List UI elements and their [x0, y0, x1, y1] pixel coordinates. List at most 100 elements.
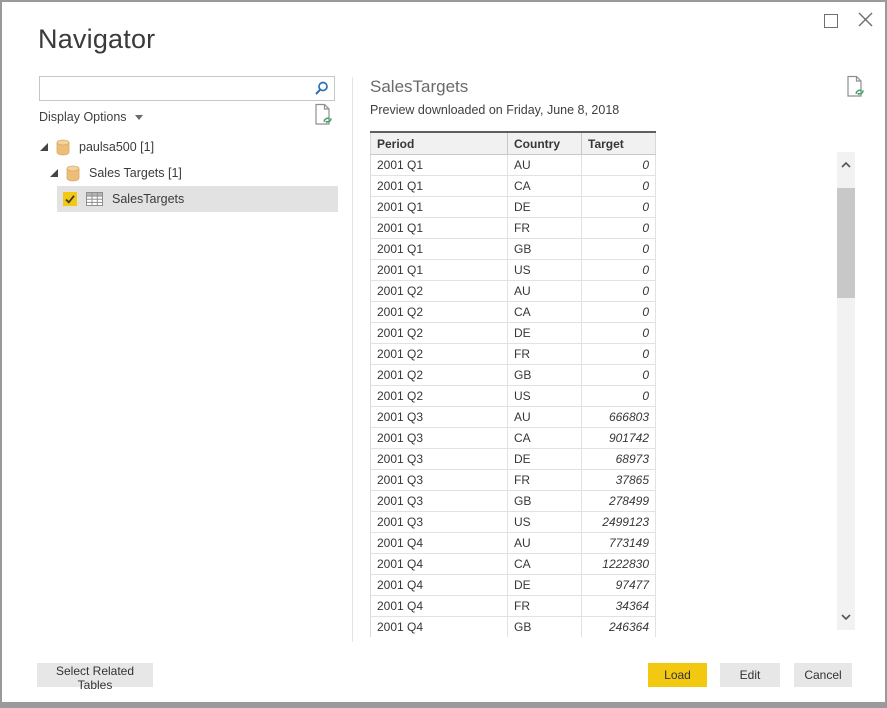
period-cell: 2001 Q4	[371, 575, 508, 596]
target-cell: 0	[582, 260, 656, 281]
period-cell: 2001 Q1	[371, 176, 508, 197]
period-cell: 2001 Q3	[371, 407, 508, 428]
country-cell: FR	[508, 596, 582, 617]
country-cell: GB	[508, 239, 582, 260]
target-cell: 37865	[582, 470, 656, 491]
country-cell: CA	[508, 302, 582, 323]
target-cell: 0	[582, 176, 656, 197]
target-cell: 0	[582, 281, 656, 302]
target-cell: 2499123	[582, 512, 656, 533]
page-title: Navigator	[38, 24, 155, 55]
country-cell: DE	[508, 323, 582, 344]
table-row: 2001 Q3DE68973	[371, 449, 656, 470]
period-cell: 2001 Q2	[371, 281, 508, 302]
preview-table: Period Country Target 2001 Q1AU02001 Q1C…	[370, 131, 657, 637]
table-row: 2001 Q3AU666803	[371, 407, 656, 428]
target-cell: 0	[582, 386, 656, 407]
period-cell: 2001 Q1	[371, 155, 508, 176]
table-header-row: Period Country Target	[371, 132, 656, 155]
tree-item-label: Sales Targets [1]	[89, 166, 182, 180]
refresh-file-icon[interactable]	[846, 75, 865, 103]
table-row: 2001 Q1FR0	[371, 218, 656, 239]
database-icon	[66, 165, 80, 182]
table-row: 2001 Q2US0	[371, 386, 656, 407]
country-cell: AU	[508, 407, 582, 428]
expand-collapse-icon[interactable]	[50, 169, 58, 177]
expand-collapse-icon[interactable]	[40, 143, 48, 151]
checkbox-checked[interactable]	[63, 192, 77, 206]
tree-item-salestargets[interactable]: SalesTargets	[57, 186, 338, 212]
period-cell: 2001 Q3	[371, 491, 508, 512]
load-button[interactable]: Load	[648, 663, 707, 687]
country-cell: US	[508, 386, 582, 407]
maximize-button[interactable]	[824, 14, 838, 28]
period-cell: 2001 Q4	[371, 617, 508, 638]
close-icon	[857, 11, 874, 28]
period-cell: 2001 Q3	[371, 428, 508, 449]
target-cell: 0	[582, 365, 656, 386]
refresh-file-icon[interactable]	[314, 103, 333, 131]
table-row: 2001 Q4FR34364	[371, 596, 656, 617]
target-cell: 666803	[582, 407, 656, 428]
target-cell: 0	[582, 155, 656, 176]
table-row: 2001 Q4DE97477	[371, 575, 656, 596]
vertical-scrollbar[interactable]	[837, 152, 855, 630]
country-cell: GB	[508, 617, 582, 638]
country-cell: AU	[508, 281, 582, 302]
navigation-tree: paulsa500 [1] Sales Targets [1]	[2, 134, 352, 212]
period-cell: 2001 Q2	[371, 386, 508, 407]
period-cell: 2001 Q1	[371, 197, 508, 218]
table-row: 2001 Q3GB278499	[371, 491, 656, 512]
caret-down-icon	[135, 115, 143, 120]
preview-title: SalesTargets	[370, 77, 468, 97]
scroll-up-icon[interactable]	[841, 162, 851, 168]
period-cell: 2001 Q4	[371, 533, 508, 554]
panel-divider	[352, 77, 353, 642]
target-cell: 0	[582, 197, 656, 218]
tree-item-sales-targets[interactable]: Sales Targets [1]	[2, 160, 352, 186]
period-cell: 2001 Q2	[371, 323, 508, 344]
edit-button[interactable]: Edit	[720, 663, 780, 687]
target-cell: 1222830	[582, 554, 656, 575]
country-cell: FR	[508, 344, 582, 365]
tree-item-paulsa500[interactable]: paulsa500 [1]	[2, 134, 352, 160]
table-row: 2001 Q1US0	[371, 260, 656, 281]
check-icon	[64, 193, 76, 205]
search-input[interactable]	[40, 77, 316, 100]
country-cell: GB	[508, 365, 582, 386]
period-cell: 2001 Q4	[371, 596, 508, 617]
select-related-tables-button[interactable]: Select Related Tables	[37, 663, 153, 687]
table-row: 2001 Q4AU773149	[371, 533, 656, 554]
table-row: 2001 Q1CA0	[371, 176, 656, 197]
scroll-down-icon[interactable]	[841, 614, 851, 620]
database-icon	[56, 139, 70, 156]
table-row: 2001 Q4CA1222830	[371, 554, 656, 575]
tree-item-label: paulsa500 [1]	[79, 140, 154, 154]
column-header-country: Country	[508, 132, 582, 155]
scrollbar-thumb[interactable]	[837, 188, 855, 298]
table-row: 2001 Q3FR37865	[371, 470, 656, 491]
country-cell: DE	[508, 575, 582, 596]
target-cell: 773149	[582, 533, 656, 554]
period-cell: 2001 Q3	[371, 470, 508, 491]
target-cell: 34364	[582, 596, 656, 617]
display-options-dropdown[interactable]: Display Options	[39, 107, 143, 127]
period-cell: 2001 Q1	[371, 218, 508, 239]
target-cell: 68973	[582, 449, 656, 470]
tree-item-label: SalesTargets	[112, 192, 184, 206]
period-cell: 2001 Q1	[371, 239, 508, 260]
country-cell: GB	[508, 491, 582, 512]
target-cell: 901742	[582, 428, 656, 449]
search-box	[39, 76, 335, 101]
country-cell: CA	[508, 176, 582, 197]
country-cell: FR	[508, 470, 582, 491]
country-cell: AU	[508, 155, 582, 176]
table-row: 2001 Q3CA901742	[371, 428, 656, 449]
cancel-button[interactable]: Cancel	[794, 663, 852, 687]
table-row: 2001 Q2FR0	[371, 344, 656, 365]
country-cell: AU	[508, 533, 582, 554]
table-icon	[86, 192, 103, 206]
country-cell: CA	[508, 428, 582, 449]
close-button[interactable]	[857, 11, 874, 28]
search-icon[interactable]	[314, 81, 329, 96]
